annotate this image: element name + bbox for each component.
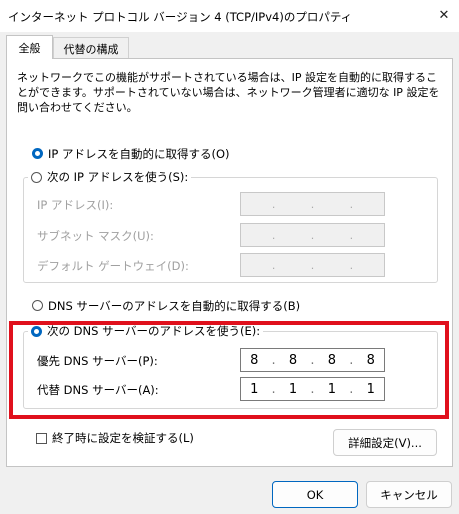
tab-alternate-config[interactable]: 代替の構成 (53, 37, 129, 59)
tab-alternate-label: 代替の構成 (63, 42, 119, 56)
ip-manual-label[interactable]: 次の IP アドレスを使う(S): (47, 170, 188, 184)
ok-button[interactable]: OK (272, 481, 358, 508)
tab-general[interactable]: 全般 (6, 35, 53, 59)
ip-auto-radio[interactable] (32, 148, 43, 159)
description-text: ネットワークでこの機能がサポートされている場合は、IP 設定を自動的に取得するこ… (17, 71, 440, 114)
ip-manual-option[interactable]: 次の IP アドレスを使う(S): (28, 169, 192, 185)
tab-general-label: 全般 (18, 41, 41, 55)
highlight-box (9, 321, 449, 419)
dns-auto-radio[interactable] (32, 300, 43, 311)
default-gateway-label: デフォルト ゲートウェイ(D): (37, 259, 189, 273)
cancel-button[interactable]: キャンセル (366, 481, 452, 508)
ip-address-label: IP アドレス(I): (37, 198, 114, 212)
default-gateway-input: ... (240, 253, 385, 277)
close-button[interactable]: ✕ (432, 3, 456, 27)
ip-address-input: ... (240, 192, 385, 216)
advanced-button[interactable]: 詳細設定(V)... (333, 429, 437, 456)
subnet-mask-label: サブネット マスク(U): (37, 229, 154, 243)
validate-label[interactable]: 終了時に設定を検証する(L) (52, 431, 194, 445)
dns-auto-label[interactable]: DNS サーバーのアドレスを自動的に取得する(B) (48, 299, 300, 313)
close-icon: ✕ (438, 7, 450, 23)
window-title: インターネット プロトコル バージョン 4 (TCP/IPv4)のプロパティ (8, 10, 353, 24)
ip-manual-radio[interactable] (31, 171, 42, 183)
subnet-mask-input: ... (240, 223, 385, 247)
ip-auto-label[interactable]: IP アドレスを自動的に取得する(O) (48, 147, 230, 161)
validate-checkbox[interactable] (36, 433, 47, 444)
